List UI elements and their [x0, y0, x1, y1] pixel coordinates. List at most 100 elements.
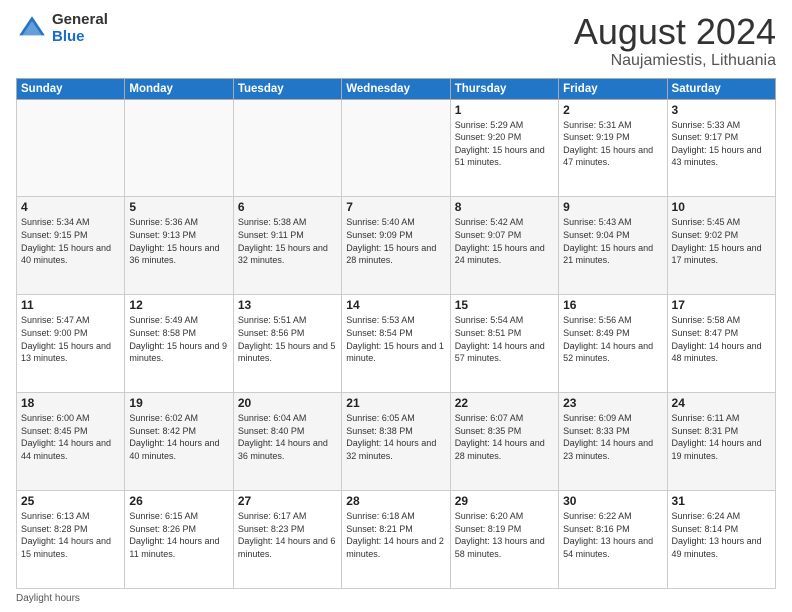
day-number: 8	[455, 200, 554, 214]
calendar-table: Sunday Monday Tuesday Wednesday Thursday…	[16, 78, 776, 589]
day-info: Sunrise: 5:36 AM Sunset: 9:13 PM Dayligh…	[129, 216, 228, 266]
day-info: Sunrise: 5:38 AM Sunset: 9:11 PM Dayligh…	[238, 216, 337, 266]
day-info: Sunrise: 6:18 AM Sunset: 8:21 PM Dayligh…	[346, 510, 445, 560]
day-number: 16	[563, 298, 662, 312]
day-number: 25	[21, 494, 120, 508]
day-number: 29	[455, 494, 554, 508]
calendar-week-row: 11 Sunrise: 5:47 AM Sunset: 9:00 PM Dayli…	[17, 295, 776, 393]
col-sunday: Sunday	[17, 78, 125, 99]
calendar-week-row: 1 Sunrise: 5:29 AM Sunset: 9:20 PM Daylig…	[17, 99, 776, 197]
day-info: Sunrise: 6:02 AM Sunset: 8:42 PM Dayligh…	[129, 412, 228, 462]
footer-label: Daylight hours	[16, 593, 80, 604]
calendar-cell: 3Sunrise: 5:33 AM Sunset: 9:17 PM Daylig…	[667, 99, 775, 197]
calendar-cell: 10Sunrise: 5:45 AM Sunset: 9:02 PM Dayli…	[667, 197, 775, 295]
day-number: 10	[672, 200, 771, 214]
col-tuesday: Tuesday	[233, 78, 341, 99]
day-info: Sunrise: 5:31 AM Sunset: 9:19 PM Dayligh…	[563, 119, 662, 169]
day-info: Sunrise: 6:20 AM Sunset: 8:19 PM Dayligh…	[455, 510, 554, 560]
calendar-cell: 20 Sunrise: 6:04 AM Sunset: 8:40 PM Dayli…	[233, 393, 341, 491]
day-number: 17	[672, 298, 771, 312]
calendar-cell: 8 Sunrise: 5:42 AM Sunset: 9:07 PM Daylig…	[450, 197, 558, 295]
day-info: Sunrise: 5:33 AM Sunset: 9:17 PM Dayligh…	[672, 119, 771, 169]
calendar-cell	[17, 99, 125, 197]
calendar-cell: 9Sunrise: 5:43 AM Sunset: 9:04 PM Daylig…	[559, 197, 667, 295]
day-number: 1	[455, 103, 554, 117]
logo-text: General Blue	[52, 12, 108, 45]
calendar-cell: 1 Sunrise: 5:29 AM Sunset: 9:20 PM Daylig…	[450, 99, 558, 197]
day-info: Sunrise: 6:07 AM Sunset: 8:35 PM Dayligh…	[455, 412, 554, 462]
calendar-cell: 6Sunrise: 5:38 AM Sunset: 9:11 PM Daylig…	[233, 197, 341, 295]
day-info: Sunrise: 6:00 AM Sunset: 8:45 PM Dayligh…	[21, 412, 120, 462]
calendar-cell: 25Sunrise: 6:13 AM Sunset: 8:28 PM Dayli…	[17, 491, 125, 589]
day-number: 23	[563, 396, 662, 410]
day-number: 27	[238, 494, 337, 508]
calendar-cell: 13 Sunrise: 5:51 AM Sunset: 8:56 PM Dayli…	[233, 295, 341, 393]
day-number: 11	[21, 298, 120, 312]
day-info: Sunrise: 5:56 AM Sunset: 8:49 PM Dayligh…	[563, 314, 662, 364]
calendar-cell: 14 Sunrise: 5:53 AM Sunset: 8:54 PM Dayli…	[342, 295, 450, 393]
calendar-cell: 5 Sunrise: 5:36 AM Sunset: 9:13 PM Daylig…	[125, 197, 233, 295]
calendar-cell: 21 Sunrise: 6:05 AM Sunset: 8:38 PM Dayli…	[342, 393, 450, 491]
day-info: Sunrise: 6:24 AM Sunset: 8:14 PM Dayligh…	[672, 510, 771, 560]
calendar-cell: 4 Sunrise: 5:34 AM Sunset: 9:15 PM Daylig…	[17, 197, 125, 295]
day-info: Sunrise: 5:42 AM Sunset: 9:07 PM Dayligh…	[455, 216, 554, 266]
day-info: Sunrise: 5:51 AM Sunset: 8:56 PM Dayligh…	[238, 314, 337, 364]
day-info: Sunrise: 5:29 AM Sunset: 9:20 PM Dayligh…	[455, 119, 554, 169]
logo-blue: Blue	[52, 29, 108, 46]
day-number: 18	[21, 396, 120, 410]
calendar-week-row: 18 Sunrise: 6:00 AM Sunset: 8:45 PM Dayli…	[17, 393, 776, 491]
day-info: Sunrise: 6:17 AM Sunset: 8:23 PM Dayligh…	[238, 510, 337, 560]
day-info: Sunrise: 6:11 AM Sunset: 8:31 PM Dayligh…	[672, 412, 771, 462]
footer: Daylight hours	[16, 593, 776, 604]
day-number: 21	[346, 396, 445, 410]
day-number: 4	[21, 200, 120, 214]
page: General Blue August 2024 Naujamiestis, L…	[0, 0, 792, 612]
day-number: 14	[346, 298, 445, 312]
day-number: 22	[455, 396, 554, 410]
day-number: 30	[563, 494, 662, 508]
title-location: Naujamiestis, Lithuania	[574, 52, 776, 70]
day-info: Sunrise: 5:40 AM Sunset: 9:09 PM Dayligh…	[346, 216, 445, 266]
col-friday: Friday	[559, 78, 667, 99]
title-block: August 2024 Naujamiestis, Lithuania	[574, 12, 776, 70]
calendar-cell	[125, 99, 233, 197]
day-info: Sunrise: 5:53 AM Sunset: 8:54 PM Dayligh…	[346, 314, 445, 364]
calendar-cell: 29 Sunrise: 6:20 AM Sunset: 8:19 PM Dayli…	[450, 491, 558, 589]
day-number: 28	[346, 494, 445, 508]
calendar-cell: 22 Sunrise: 6:07 AM Sunset: 8:35 PM Dayli…	[450, 393, 558, 491]
col-wednesday: Wednesday	[342, 78, 450, 99]
title-month: August 2024	[574, 12, 776, 52]
calendar-cell: 17 Sunrise: 5:58 AM Sunset: 8:47 PM Dayli…	[667, 295, 775, 393]
day-number: 7	[346, 200, 445, 214]
day-info: Sunrise: 5:34 AM Sunset: 9:15 PM Dayligh…	[21, 216, 120, 266]
calendar-cell: 30 Sunrise: 6:22 AM Sunset: 8:16 PM Dayli…	[559, 491, 667, 589]
day-number: 19	[129, 396, 228, 410]
col-monday: Monday	[125, 78, 233, 99]
day-number: 20	[238, 396, 337, 410]
day-number: 13	[238, 298, 337, 312]
calendar-cell: 31Sunrise: 6:24 AM Sunset: 8:14 PM Dayli…	[667, 491, 775, 589]
logo-general: General	[52, 12, 108, 29]
calendar-cell: 24 Sunrise: 6:11 AM Sunset: 8:31 PM Dayli…	[667, 393, 775, 491]
logo: General Blue	[16, 12, 108, 45]
calendar-cell: 18 Sunrise: 6:00 AM Sunset: 8:45 PM Dayli…	[17, 393, 125, 491]
calendar-week-row: 25Sunrise: 6:13 AM Sunset: 8:28 PM Dayli…	[17, 491, 776, 589]
calendar-cell: 16 Sunrise: 5:56 AM Sunset: 8:49 PM Dayli…	[559, 295, 667, 393]
calendar-cell: 7 Sunrise: 5:40 AM Sunset: 9:09 PM Daylig…	[342, 197, 450, 295]
day-number: 2	[563, 103, 662, 117]
day-info: Sunrise: 6:05 AM Sunset: 8:38 PM Dayligh…	[346, 412, 445, 462]
day-info: Sunrise: 5:47 AM Sunset: 9:00 PM Dayligh…	[21, 314, 120, 364]
day-number: 12	[129, 298, 228, 312]
calendar-cell: 2 Sunrise: 5:31 AM Sunset: 9:19 PM Daylig…	[559, 99, 667, 197]
day-info: Sunrise: 6:04 AM Sunset: 8:40 PM Dayligh…	[238, 412, 337, 462]
calendar-week-row: 4 Sunrise: 5:34 AM Sunset: 9:15 PM Daylig…	[17, 197, 776, 295]
header: General Blue August 2024 Naujamiestis, L…	[16, 12, 776, 70]
calendar-cell: 26Sunrise: 6:15 AM Sunset: 8:26 PM Dayli…	[125, 491, 233, 589]
day-info: Sunrise: 5:49 AM Sunset: 8:58 PM Dayligh…	[129, 314, 228, 364]
day-number: 5	[129, 200, 228, 214]
day-number: 24	[672, 396, 771, 410]
calendar-cell	[342, 99, 450, 197]
day-info: Sunrise: 5:58 AM Sunset: 8:47 PM Dayligh…	[672, 314, 771, 364]
day-info: Sunrise: 6:22 AM Sunset: 8:16 PM Dayligh…	[563, 510, 662, 560]
calendar-cell: 19 Sunrise: 6:02 AM Sunset: 8:42 PM Dayli…	[125, 393, 233, 491]
